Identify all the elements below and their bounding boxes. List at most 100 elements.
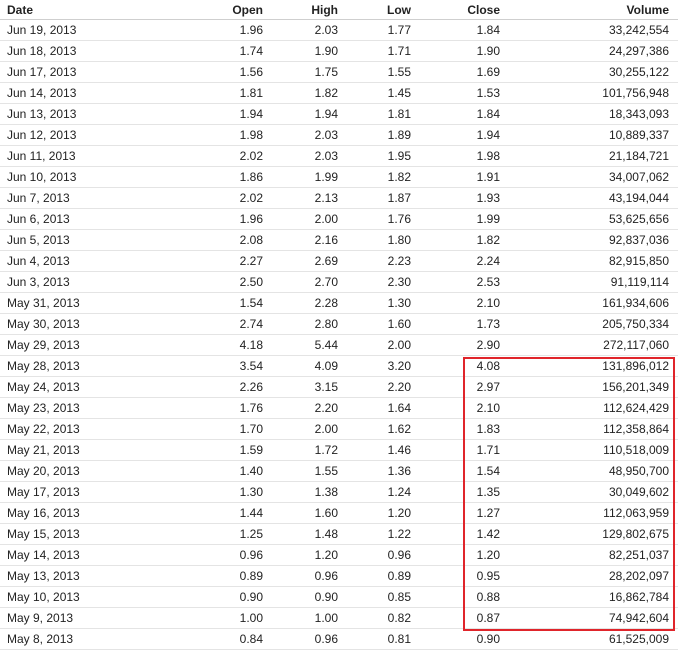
cell-date: Jun 3, 2013 [0, 271, 186, 293]
cell-close: 1.91 [411, 166, 500, 188]
cell-open: 0.90 [186, 586, 263, 608]
cell-close: 1.99 [411, 208, 500, 230]
cell-open: 2.74 [186, 313, 263, 335]
cell-date: Jun 18, 2013 [0, 40, 186, 62]
cell-high: 2.00 [263, 208, 338, 230]
table-row: Jun 13, 2013 1.94 1.94 1.81 1.84 18,343,093 [0, 103, 678, 125]
cell-low: 1.20 [338, 502, 411, 524]
cell-low: 1.55 [338, 61, 411, 83]
cell-volume: 16,862,784 [500, 586, 678, 608]
cell-date: Jun 13, 2013 [0, 103, 186, 125]
cell-date: May 16, 2013 [0, 502, 186, 524]
cell-volume: 92,837,036 [500, 229, 678, 251]
table-row: Jun 14, 2013 1.81 1.82 1.45 1.53 101,756,948 [0, 82, 678, 104]
table-row: May 28, 2013 3.54 4.09 3.20 4.08 131,896,012 [0, 355, 678, 377]
cell-low: 1.80 [338, 229, 411, 251]
table-row: May 10, 2013 0.90 0.90 0.85 0.88 16,862,784 [0, 586, 678, 608]
cell-open: 1.76 [186, 397, 263, 419]
cell-volume: 10,889,337 [500, 124, 678, 146]
header-high[interactable]: High [263, 0, 338, 20]
header-close[interactable]: Close [411, 0, 500, 20]
cell-date: May 23, 2013 [0, 397, 186, 419]
table-row: May 21, 2013 1.59 1.72 1.46 1.71 110,518,009 [0, 439, 678, 461]
cell-low: 1.46 [338, 439, 411, 461]
cell-open: 3.54 [186, 355, 263, 377]
cell-volume: 28,202,097 [500, 565, 678, 587]
cell-high: 1.75 [263, 61, 338, 83]
table-row: May 15, 2013 1.25 1.48 1.22 1.42 129,802,675 [0, 523, 678, 545]
cell-high: 1.99 [263, 166, 338, 188]
table-row: Jun 12, 2013 1.98 2.03 1.89 1.94 10,889,337 [0, 124, 678, 146]
header-volume[interactable]: Volume [500, 0, 678, 20]
table-row: May 22, 2013 1.70 2.00 1.62 1.83 112,358,864 [0, 418, 678, 440]
cell-volume: 33,242,554 [500, 19, 678, 41]
cell-date: Jun 5, 2013 [0, 229, 186, 251]
cell-open: 0.96 [186, 544, 263, 566]
table-row: May 29, 2013 4.18 5.44 2.00 2.90 272,117,060 [0, 334, 678, 356]
cell-high: 0.96 [263, 628, 338, 650]
cell-close: 0.95 [411, 565, 500, 587]
cell-date: Jun 6, 2013 [0, 208, 186, 230]
cell-high: 1.20 [263, 544, 338, 566]
table-row: May 23, 2013 1.76 2.20 1.64 2.10 112,624,429 [0, 397, 678, 419]
cell-volume: 21,184,721 [500, 145, 678, 167]
cell-open: 1.54 [186, 292, 263, 314]
cell-date: May 21, 2013 [0, 439, 186, 461]
cell-open: 1.44 [186, 502, 263, 524]
cell-close: 2.10 [411, 397, 500, 419]
cell-close: 1.93 [411, 187, 500, 209]
cell-open: 1.40 [186, 460, 263, 482]
cell-volume: 91,119,114 [500, 271, 678, 293]
cell-open: 2.50 [186, 271, 263, 293]
cell-high: 5.44 [263, 334, 338, 356]
cell-volume: 205,750,334 [500, 313, 678, 335]
cell-open: 1.59 [186, 439, 263, 461]
cell-high: 2.70 [263, 271, 338, 293]
header-date[interactable]: Date [0, 0, 186, 20]
cell-date: Jun 17, 2013 [0, 61, 186, 83]
cell-low: 2.30 [338, 271, 411, 293]
table-row: May 13, 2013 0.89 0.96 0.89 0.95 28,202,097 [0, 565, 678, 587]
cell-low: 1.64 [338, 397, 411, 419]
header-open[interactable]: Open [186, 0, 263, 20]
cell-low: 1.81 [338, 103, 411, 125]
cell-volume: 74,942,604 [500, 607, 678, 629]
cell-low: 1.62 [338, 418, 411, 440]
cell-date: May 20, 2013 [0, 460, 186, 482]
header-low[interactable]: Low [338, 0, 411, 20]
cell-high: 1.72 [263, 439, 338, 461]
cell-volume: 112,358,864 [500, 418, 678, 440]
cell-date: May 22, 2013 [0, 418, 186, 440]
cell-close: 1.83 [411, 418, 500, 440]
cell-date: Jun 11, 2013 [0, 145, 186, 167]
cell-close: 2.24 [411, 250, 500, 272]
table-row: May 20, 2013 1.40 1.55 1.36 1.54 48,950,700 [0, 460, 678, 482]
table-row: May 17, 2013 1.30 1.38 1.24 1.35 30,049,602 [0, 481, 678, 503]
table-row: May 9, 2013 1.00 1.00 0.82 0.87 74,942,604 [0, 607, 678, 629]
cell-high: 1.94 [263, 103, 338, 125]
table-row: May 31, 2013 1.54 2.28 1.30 2.10 161,934,606 [0, 292, 678, 314]
cell-high: 2.03 [263, 124, 338, 146]
cell-volume: 129,802,675 [500, 523, 678, 545]
cell-date: Jun 10, 2013 [0, 166, 186, 188]
cell-low: 1.22 [338, 523, 411, 545]
cell-date: May 17, 2013 [0, 481, 186, 503]
cell-open: 1.81 [186, 82, 263, 104]
cell-high: 1.90 [263, 40, 338, 62]
cell-volume: 61,525,009 [500, 628, 678, 650]
cell-low: 1.45 [338, 82, 411, 104]
cell-open: 1.25 [186, 523, 263, 545]
cell-open: 2.02 [186, 145, 263, 167]
cell-volume: 110,518,009 [500, 439, 678, 461]
cell-high: 1.60 [263, 502, 338, 524]
cell-low: 2.00 [338, 334, 411, 356]
cell-open: 2.02 [186, 187, 263, 209]
cell-open: 0.89 [186, 565, 263, 587]
cell-close: 1.27 [411, 502, 500, 524]
cell-high: 2.03 [263, 19, 338, 41]
cell-close: 1.90 [411, 40, 500, 62]
cell-low: 1.71 [338, 40, 411, 62]
cell-open: 1.96 [186, 19, 263, 41]
cell-high: 2.28 [263, 292, 338, 314]
table-row: Jun 17, 2013 1.56 1.75 1.55 1.69 30,255,122 [0, 61, 678, 83]
